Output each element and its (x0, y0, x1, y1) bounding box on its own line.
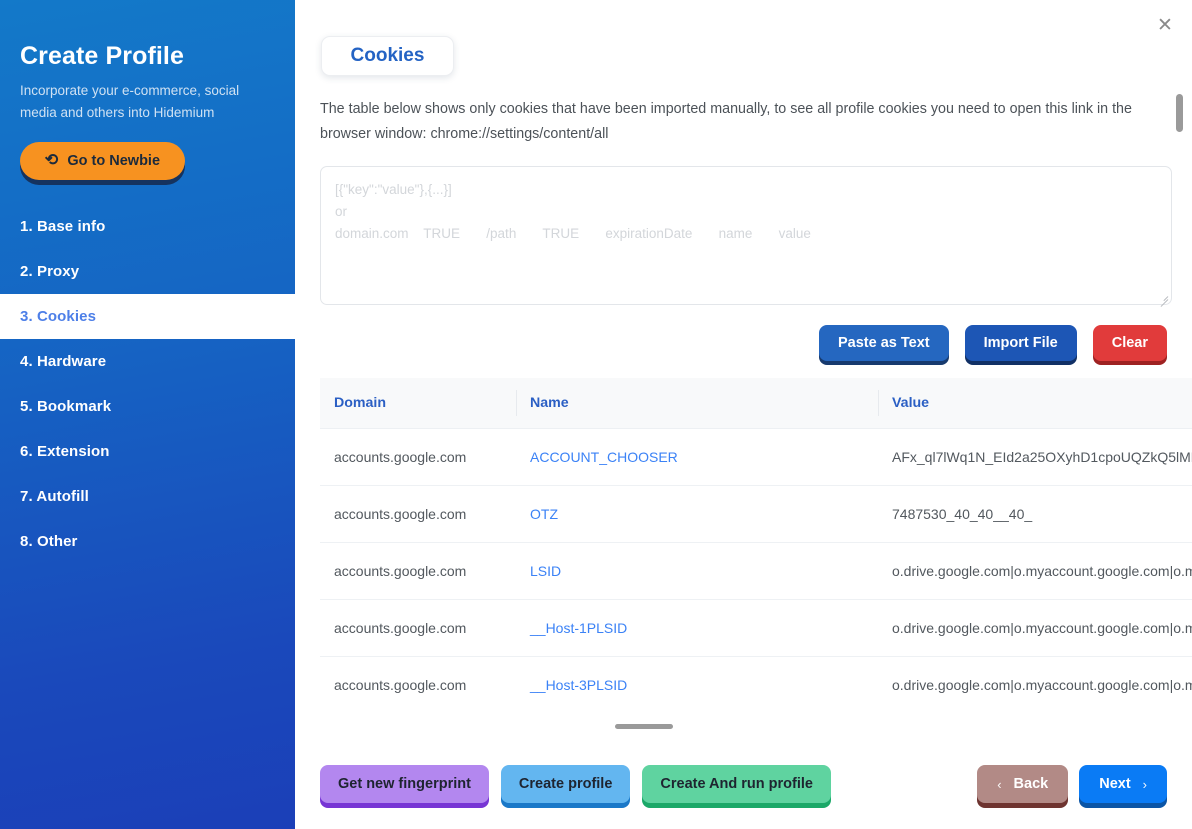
footer-right-buttons: ‹ Back Next › (977, 765, 1167, 803)
sidebar-item-bookmark[interactable]: 5. Bookmark (0, 384, 295, 429)
footer-left-buttons: Get new fingerprint Create profile Creat… (320, 765, 831, 803)
sidebar-item-label: 7. Autofill (20, 488, 89, 505)
sidebar-item-other[interactable]: 8. Other (0, 519, 295, 564)
sidebar: Create Profile Incorporate your e-commer… (0, 0, 295, 829)
next-button[interactable]: Next › (1079, 765, 1167, 803)
cell-name[interactable]: OTZ (516, 485, 878, 543)
cookies-description: The table below shows only cookies that … (320, 101, 1132, 142)
page-vertical-scrollbar-thumb[interactable] (1176, 94, 1183, 132)
go-to-newbie-button[interactable]: ⟳ Go to Newbie (20, 142, 185, 180)
cookies-action-buttons: Paste as Text Import File Clear (818, 325, 1167, 361)
cell-value: o.drive.google.com|o.myaccount.google.co… (878, 599, 1192, 657)
page-title: Create Profile (20, 42, 184, 70)
cookie-name-link[interactable]: LSID (530, 563, 561, 579)
get-new-fingerprint-button[interactable]: Get new fingerprint (320, 765, 489, 803)
table-row[interactable]: accounts.google.com __Host-3PLSID o.driv… (320, 656, 1192, 708)
sidebar-subtitle: Incorporate your e-commerce, social medi… (20, 83, 240, 120)
cookie-name-link[interactable]: __Host-3PLSID (530, 677, 627, 693)
cell-value: o.drive.google.com|o.myaccount.google.co… (878, 656, 1192, 708)
sidebar-item-label: 5. Bookmark (20, 398, 112, 415)
cell-value: AFx_ql7lWq1N_EId2a25OXyhD1cpoUQZkQ5lMBwC… (878, 428, 1192, 486)
scrollbar-thumb[interactable] (615, 724, 673, 729)
create-profile-dialog: Create Profile Incorporate your e-commer… (0, 0, 1192, 829)
cell-value: o.drive.google.com|o.myaccount.google.co… (878, 542, 1192, 600)
sidebar-item-label: 1. Base info (20, 218, 106, 235)
table-row[interactable]: accounts.google.com LSID o.drive.google.… (320, 542, 1192, 600)
cell-value: 7487530_40_40__40_ (878, 485, 1192, 543)
footer: Get new fingerprint Create profile Creat… (295, 749, 1192, 829)
chevron-left-icon: ‹ (997, 776, 1002, 792)
import-file-button[interactable]: Import File (964, 325, 1077, 361)
cookie-name-link[interactable]: ACCOUNT_CHOOSER (530, 449, 678, 465)
cookie-name-link[interactable]: __Host-1PLSID (530, 620, 627, 636)
close-icon[interactable]: ✕ (1152, 12, 1178, 38)
cell-name[interactable]: LSID (516, 542, 878, 600)
table-body: accounts.google.com ACCOUNT_CHOOSER AFx_… (320, 428, 1192, 708)
back-label: Back (1013, 776, 1049, 792)
cell-name[interactable]: ACCOUNT_CHOOSER (516, 428, 878, 486)
create-and-run-profile-button[interactable]: Create And run profile (642, 765, 831, 803)
sidebar-item-label: 2. Proxy (20, 263, 80, 280)
cell-domain: accounts.google.com (320, 542, 516, 600)
sidebar-item-base-info[interactable]: 1. Base info (0, 204, 295, 249)
table-header-row: Domain Name Value (320, 378, 1192, 429)
sidebar-item-proxy[interactable]: 2. Proxy (0, 249, 295, 294)
column-header-name[interactable]: Name (516, 378, 878, 429)
chevron-right-icon: › (1142, 776, 1147, 792)
sidebar-item-label: 6. Extension (20, 443, 110, 460)
cookies-textarea-wrapper (320, 166, 1172, 307)
sidebar-item-label: 4. Hardware (20, 353, 107, 370)
table-header: Domain Name Value (320, 378, 1192, 429)
cell-domain: accounts.google.com (320, 485, 516, 543)
sidebar-item-label: 8. Other (20, 533, 78, 550)
sidebar-item-hardware[interactable]: 4. Hardware (0, 339, 295, 384)
create-profile-button[interactable]: Create profile (500, 765, 631, 803)
cell-domain: accounts.google.com (320, 599, 516, 657)
cookie-name-link[interactable]: OTZ (530, 506, 558, 522)
tab-cookies[interactable]: Cookies (321, 36, 454, 76)
sidebar-item-autofill[interactable]: 7. Autofill (0, 474, 295, 519)
sidebar-item-label: 3. Cookies (20, 308, 97, 325)
paste-as-text-button[interactable]: Paste as Text (818, 325, 949, 361)
main-panel: ✕ Cookies The table below shows only coo… (295, 0, 1192, 829)
column-header-domain[interactable]: Domain (320, 378, 516, 429)
table-row[interactable]: accounts.google.com __Host-1PLSID o.driv… (320, 599, 1192, 657)
cell-domain: accounts.google.com (320, 428, 516, 486)
cookies-table: Domain Name Value accounts.google.com AC… (320, 378, 1192, 708)
sidebar-item-extension[interactable]: 6. Extension (0, 429, 295, 474)
back-button[interactable]: ‹ Back (977, 765, 1069, 803)
table-row[interactable]: accounts.google.com ACCOUNT_CHOOSER AFx_… (320, 428, 1192, 486)
column-header-value[interactable]: Value (878, 378, 1192, 429)
table-row[interactable]: accounts.google.com OTZ 7487530_40_40__4… (320, 485, 1192, 543)
sidebar-item-cookies[interactable]: 3. Cookies (0, 294, 295, 339)
clear-button[interactable]: Clear (1092, 325, 1167, 361)
cell-name[interactable]: __Host-3PLSID (516, 656, 878, 708)
next-label: Next (1099, 776, 1131, 792)
go-to-newbie-label: Go to Newbie (67, 153, 161, 169)
cookies-input[interactable] (320, 166, 1172, 305)
cell-name[interactable]: __Host-1PLSID (516, 599, 878, 657)
refresh-icon: ⟳ (44, 152, 59, 169)
table-horizontal-scrollbar[interactable] (320, 724, 1175, 729)
cookies-table-wrapper[interactable]: Domain Name Value accounts.google.com AC… (320, 378, 1192, 708)
cell-domain: accounts.google.com (320, 656, 516, 708)
tab-cookies-label: Cookies (350, 45, 425, 66)
sidebar-nav: 1. Base info 2. Proxy 3. Cookies 4. Hard… (0, 204, 295, 564)
